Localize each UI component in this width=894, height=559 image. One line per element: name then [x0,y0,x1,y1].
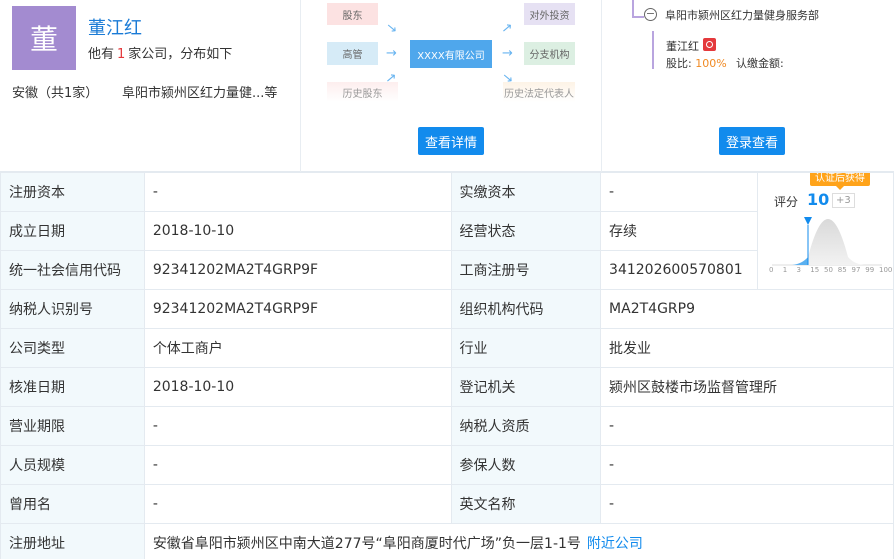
arrow-icon: → [382,19,401,38]
nearby-companies-link[interactable]: 附近公司 [587,536,643,552]
tree-paid-amount-label: 认缴金额: [736,57,784,70]
divider [601,0,602,172]
info-value: - [600,445,894,485]
arrow-icon: → [502,46,513,61]
info-label: 组织机构代码 [450,289,602,329]
info-label: 经营状态 [450,211,602,251]
info-label: 注册资本 [0,172,145,212]
certify-tag[interactable]: 认证后获得 [809,173,870,190]
table-row: 曾用名 - 英文名称 - [0,484,894,524]
diagram-branch: 分支机构 [524,42,575,65]
info-value: - [143,172,452,212]
score-widget: 认证后获得 评分 10 +3 01 3 15 50 85 97 99 100 [756,172,894,290]
top-panel: 董 董江红 他有 1 家公司，分布如下 安徽（共1家） 阜阳市颍州区红力量健...等… [0,0,894,172]
score-value: 10 [806,190,830,209]
info-label: 注册地址 [0,523,145,559]
tree-share-ratio: 股比: 100% [666,55,727,71]
diagram-history-legal: 历史法定代表人 [503,82,575,102]
info-label: 营业期限 [0,406,145,446]
info-label: 曾用名 [0,484,145,524]
diagram-center-company: XXXX有限公司 [410,40,492,68]
info-label: 登记机关 [450,367,602,407]
score-axis-tick: 100 [878,266,893,274]
info-value: - [600,484,894,524]
score-axis-tick: 50 [823,266,833,274]
login-view-button[interactable]: 登录查看 [719,127,785,155]
tree-person-name[interactable]: 董江红 [666,38,699,54]
avatar: 董 [12,6,76,70]
info-label: 行业 [450,328,602,368]
company-count: 1 [117,47,126,62]
target-icon [703,38,716,51]
info-value: 2018-10-10 [143,367,452,407]
info-label: 核准日期 [0,367,145,407]
score-label: 评分 [773,195,798,209]
info-label: 参保人数 [450,445,602,485]
score-axis-tick: 0 [768,266,774,274]
view-details-button[interactable]: 查看详情 [418,127,484,155]
score-axis-tick: 1 [782,266,788,274]
table-row: 纳税人识别号 92341202MA2T4GRP9F 组织机构代码 MA2T4GR… [0,289,894,329]
info-value: MA2T4GRP9 [600,289,894,329]
tree-line [652,31,654,69]
info-value: 341202600570801 [600,250,758,290]
score-axis-tick: 85 [837,266,847,274]
summary-prefix: 他有 [88,47,115,62]
info-value: - [143,445,452,485]
info-value: 2018-10-10 [143,211,452,251]
score-axis-tick: 97 [851,266,861,274]
table-row: 公司类型 个体工商户 行业 批发业 [0,328,894,368]
diagram-executive: 高管 [327,42,378,65]
diagram-history-shareholder: 历史股东 [327,82,398,102]
info-label: 纳税人资质 [450,406,602,446]
info-value: - [143,406,452,446]
info-label: 公司类型 [0,328,145,368]
info-value: 92341202MA2T4GRP9F [143,289,452,329]
share-value: 100% [695,57,727,70]
info-label: 人员规模 [0,445,145,485]
info-label: 成立日期 [0,211,145,251]
score-distribution-chart [771,217,882,266]
info-label: 工商注册号 [450,250,602,290]
divider [300,0,301,172]
info-label: 实缴资本 [450,172,602,212]
info-value: - [600,406,894,446]
collapse-icon[interactable]: − [644,8,657,21]
info-value: - [600,172,758,212]
score-delta: +3 [831,193,855,208]
info-value: 个体工商户 [143,328,452,368]
info-value: 存续 [600,211,758,251]
table-row: 核准日期 2018-10-10 登记机关 颍州区鼓楼市场监督管理所 [0,367,894,407]
company-info-table: 注册资本 - 实缴资本 - 认证后获得 评分 10 +3 0 1 3 15 50… [0,172,894,559]
address-value: 安徽省阜阳市颍州区中南大道277号“阜阳商厦时代广场”负一层1-1号 附近公司 [143,523,894,559]
tree-line [632,16,644,18]
info-label: 英文名称 [450,484,602,524]
person-company-summary: 他有 1 家公司，分布如下 [88,43,232,62]
info-value: 批发业 [600,328,894,368]
address-text: 安徽省阜阳市颍州区中南大道277号“阜阳商厦时代广场”负一层1-1号 [152,536,581,552]
company-short-list[interactable]: 阜阳市颍州区红力量健...等 [122,82,277,101]
person-name-link[interactable]: 董江红 [88,14,142,40]
table-row: 营业期限 - 纳税人资质 - [0,406,894,446]
score-axis-tick: 99 [865,266,875,274]
share-label: 股比: [666,57,692,70]
score-axis-tick: 15 [810,266,820,274]
score-axis-tick: 3 [796,266,801,274]
info-label: 纳税人识别号 [0,289,145,329]
info-label: 统一社会信用代码 [0,250,145,290]
table-row: 注册地址 安徽省阜阳市颍州区中南大道277号“阜阳商厦时代广场”负一层1-1号附… [0,523,894,559]
diagram-shareholder: 股东 [327,3,378,25]
info-value: 颍州区鼓楼市场监督管理所 [600,367,894,407]
info-value: 92341202MA2T4GRP9F [143,250,452,290]
tree-company-name[interactable]: 阜阳市颍州区红力量健身服务部 [665,7,819,23]
region-count[interactable]: 安徽（共1家） [12,82,98,101]
table-row: 人员规模 - 参保人数 - [0,445,894,485]
info-value: - [143,484,452,524]
diagram-investment: 对外投资 [524,3,575,25]
arrow-icon: → [386,46,397,61]
arrow-icon: → [498,19,517,38]
summary-suffix: 家公司，分布如下 [128,47,233,62]
table-row: 注册资本 - 实缴资本 - 认证后获得 评分 10 +3 0 1 3 15 50… [0,172,894,290]
